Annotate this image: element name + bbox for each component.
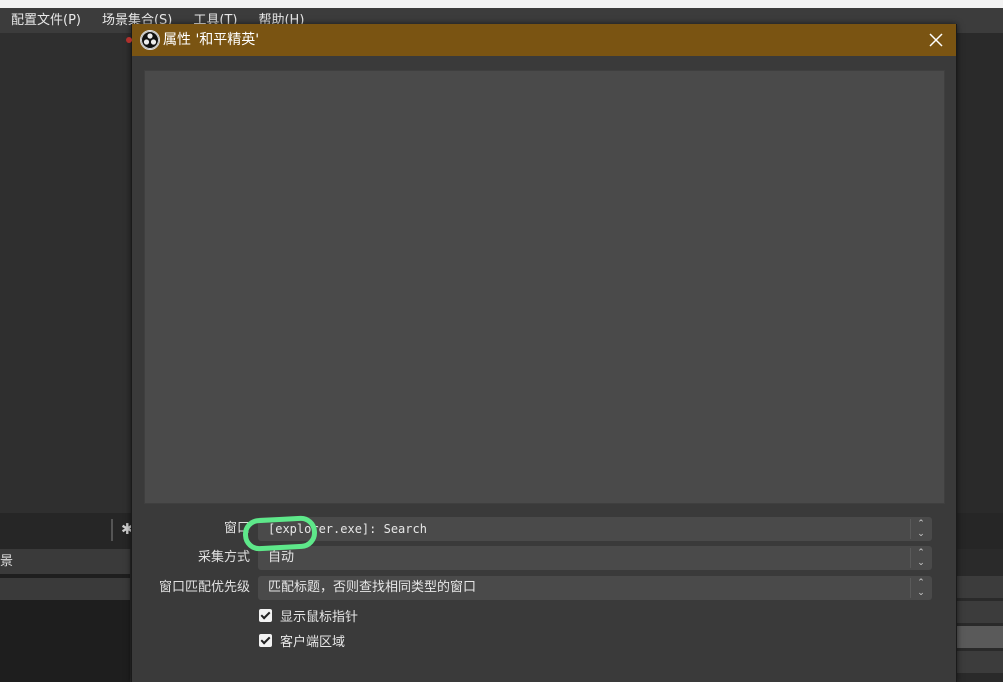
scenes-dock-header: 景 (0, 549, 130, 574)
dock-button[interactable] (955, 576, 1003, 598)
dock-splitter-handle[interactable] (111, 519, 113, 541)
dock-button[interactable] (955, 626, 1003, 648)
menu-profile[interactable]: 配置文件(P) (0, 8, 91, 33)
window-select-arrows-icon[interactable]: ⌃ ⌄ (910, 519, 931, 539)
close-icon (929, 33, 943, 47)
window-match-priority-row: 窗口匹配优先级 匹配标题，否则查找相同类型的窗口 ⌃ ⌄ (132, 576, 956, 600)
client-area-label: 客户端区域 (280, 634, 346, 650)
show-cursor-checkbox-row[interactable]: 显示鼠标指针 (259, 605, 358, 625)
window-titlebar-sliver (0, 0, 1003, 8)
window-select[interactable]: [explorer.exe]: Search (258, 517, 932, 541)
show-cursor-checkbox[interactable] (259, 608, 272, 622)
green-highlight-annotation (242, 515, 318, 552)
scenes-list[interactable] (0, 574, 130, 682)
capture-method-arrows-icon[interactable]: ⌃ ⌄ (910, 548, 931, 568)
obs-logo-icon (140, 30, 160, 50)
window-match-priority-arrows-icon[interactable]: ⌃ ⌄ (910, 578, 931, 598)
client-area-checkbox[interactable] (259, 633, 272, 647)
dock-button[interactable] (955, 601, 1003, 623)
capture-method-select[interactable]: 自动 (258, 546, 932, 570)
client-area-checkbox-row[interactable]: 客户端区域 (259, 630, 345, 650)
dialog-title: 属性 '和平精英' (163, 32, 260, 48)
window-match-priority-label: 窗口匹配优先级 (158, 580, 250, 595)
close-button[interactable] (924, 28, 948, 52)
window-match-priority-select[interactable]: 匹配标题，否则查找相同类型的窗口 (258, 576, 932, 600)
dock-button[interactable] (955, 651, 1003, 673)
capture-method-label: 采集方式 (197, 550, 250, 565)
red-dot-icon (126, 37, 132, 43)
properties-dialog: 属性 '和平精英' 窗口 [explorer.exe]: Search ⌃ ⌄ 采… (126, 24, 957, 682)
right-dock-buttons (955, 576, 1003, 676)
source-preview (144, 70, 945, 504)
dialog-titlebar[interactable]: 属性 '和平精英' (126, 24, 956, 56)
list-item[interactable] (0, 578, 130, 600)
show-cursor-label: 显示鼠标指针 (280, 609, 359, 625)
